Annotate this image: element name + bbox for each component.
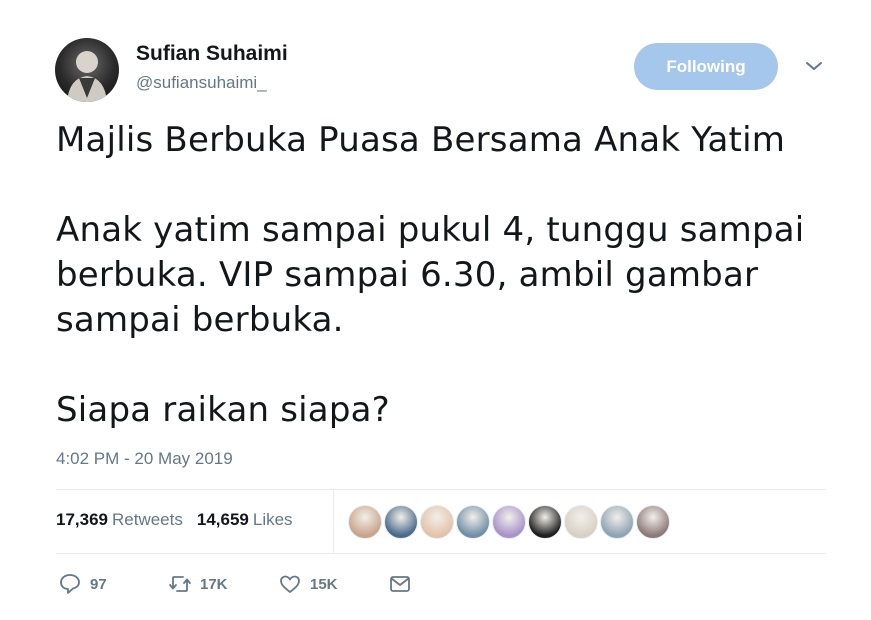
liker-avatars: [348, 505, 670, 539]
reply-action[interactable]: 97: [58, 572, 107, 596]
tweet-line-title: Majlis Berbuka Puasa Bersama Anak Yatim: [56, 120, 786, 160]
retweets-label[interactable]: Retweets: [112, 510, 183, 530]
liker-avatar-avatar-3[interactable]: [420, 505, 454, 539]
reply-icon: [60, 574, 80, 594]
divider-bottom: [56, 553, 826, 554]
author-avatar[interactable]: [55, 38, 119, 102]
retweet-count: 17K: [200, 575, 228, 593]
liker-avatar-avatar-5[interactable]: [492, 505, 526, 539]
liker-avatar-avatar-2[interactable]: [384, 505, 418, 539]
liker-avatar-avatar-1[interactable]: [348, 505, 382, 539]
author-name[interactable]: Sufian Suhaimi: [136, 42, 288, 66]
engagement-stats: 17,369 Retweets 14,659 Likes: [56, 510, 293, 530]
liker-avatar-avatar-8[interactable]: [600, 505, 634, 539]
retweets-count[interactable]: 17,369: [56, 510, 108, 530]
stats-divider: [333, 490, 334, 553]
like-count: 15K: [310, 575, 338, 593]
chevron-down-icon[interactable]: [804, 58, 824, 74]
message-action[interactable]: [388, 572, 412, 596]
author-handle[interactable]: @sufiansuhaimi_: [136, 73, 267, 93]
reply-count: 97: [90, 575, 107, 593]
liker-avatar-avatar-7[interactable]: [564, 505, 598, 539]
heart-icon: [280, 575, 300, 593]
likes-label[interactable]: Likes: [253, 510, 293, 530]
envelope-icon: [390, 576, 410, 592]
likes-count[interactable]: 14,659: [197, 510, 249, 530]
retweet-icon: [169, 576, 191, 592]
liker-avatar-avatar-9[interactable]: [636, 505, 670, 539]
divider-top: [56, 489, 826, 490]
person-photo-icon: [67, 51, 107, 102]
tweet-line-question: Siapa raikan siapa?: [56, 390, 390, 430]
tweet-text: Majlis Berbuka Puasa Bersama Anak Yatim …: [56, 118, 816, 433]
retweet-action[interactable]: 17K: [168, 572, 228, 596]
liker-avatar-avatar-6[interactable]: [528, 505, 562, 539]
tweet-line-body: Anak yatim sampai pukul 4, tunggu sampai…: [56, 210, 805, 340]
liker-avatar-avatar-4[interactable]: [456, 505, 490, 539]
following-button[interactable]: Following: [634, 43, 778, 90]
tweet-timestamp[interactable]: 4:02 PM - 20 May 2019: [56, 449, 233, 469]
like-action[interactable]: 15K: [278, 572, 338, 596]
